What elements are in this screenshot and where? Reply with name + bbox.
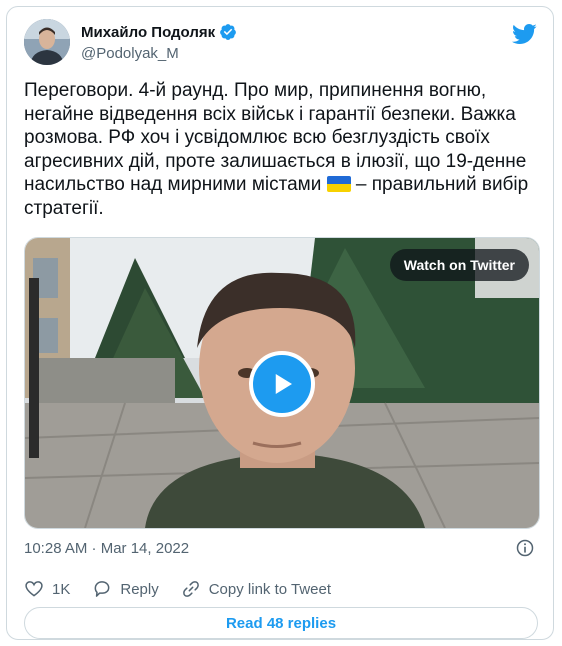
copy-link-button[interactable]: Copy link to Tweet — [181, 579, 331, 599]
watch-on-twitter-button[interactable]: Watch on Twitter — [389, 249, 529, 281]
play-button[interactable] — [249, 351, 315, 417]
tweet-timestamp[interactable]: 10:28 AM · Mar 14, 2022 — [24, 540, 189, 557]
copy-link-label: Copy link to Tweet — [208, 580, 332, 598]
author-name[interactable]: Михайло Подоляк — [81, 23, 237, 41]
avatar-image — [24, 19, 70, 65]
info-icon[interactable] — [515, 538, 535, 558]
video-media[interactable]: Watch on Twitter — [24, 237, 540, 529]
tweet-card: Михайло Подоляк @Podolyak_M Переговори. … — [6, 6, 554, 640]
author-handle[interactable]: @Podolyak_M — [81, 45, 179, 62]
like-count: 1K — [52, 580, 71, 598]
tweet-actions: 1K Reply Copy link to Tweet — [24, 577, 353, 601]
reply-icon — [94, 581, 110, 597]
twitter-bird-icon[interactable] — [511, 23, 537, 45]
reply-button[interactable]: Reply — [92, 579, 159, 599]
ukraine-flag-icon — [326, 176, 351, 192]
tweet-text: Переговори. 4-й раунд. Про мир, припинен… — [24, 79, 539, 220]
link-icon — [182, 581, 199, 597]
avatar[interactable] — [24, 19, 70, 65]
heart-icon — [25, 581, 43, 597]
author-name-text: Михайло Подоляк — [81, 23, 216, 41]
play-icon — [275, 374, 292, 394]
verified-badge-icon — [220, 24, 237, 40]
like-button[interactable]: 1K — [24, 579, 70, 599]
read-replies-button[interactable]: Read 48 replies — [24, 607, 538, 639]
reply-label: Reply — [120, 580, 159, 598]
